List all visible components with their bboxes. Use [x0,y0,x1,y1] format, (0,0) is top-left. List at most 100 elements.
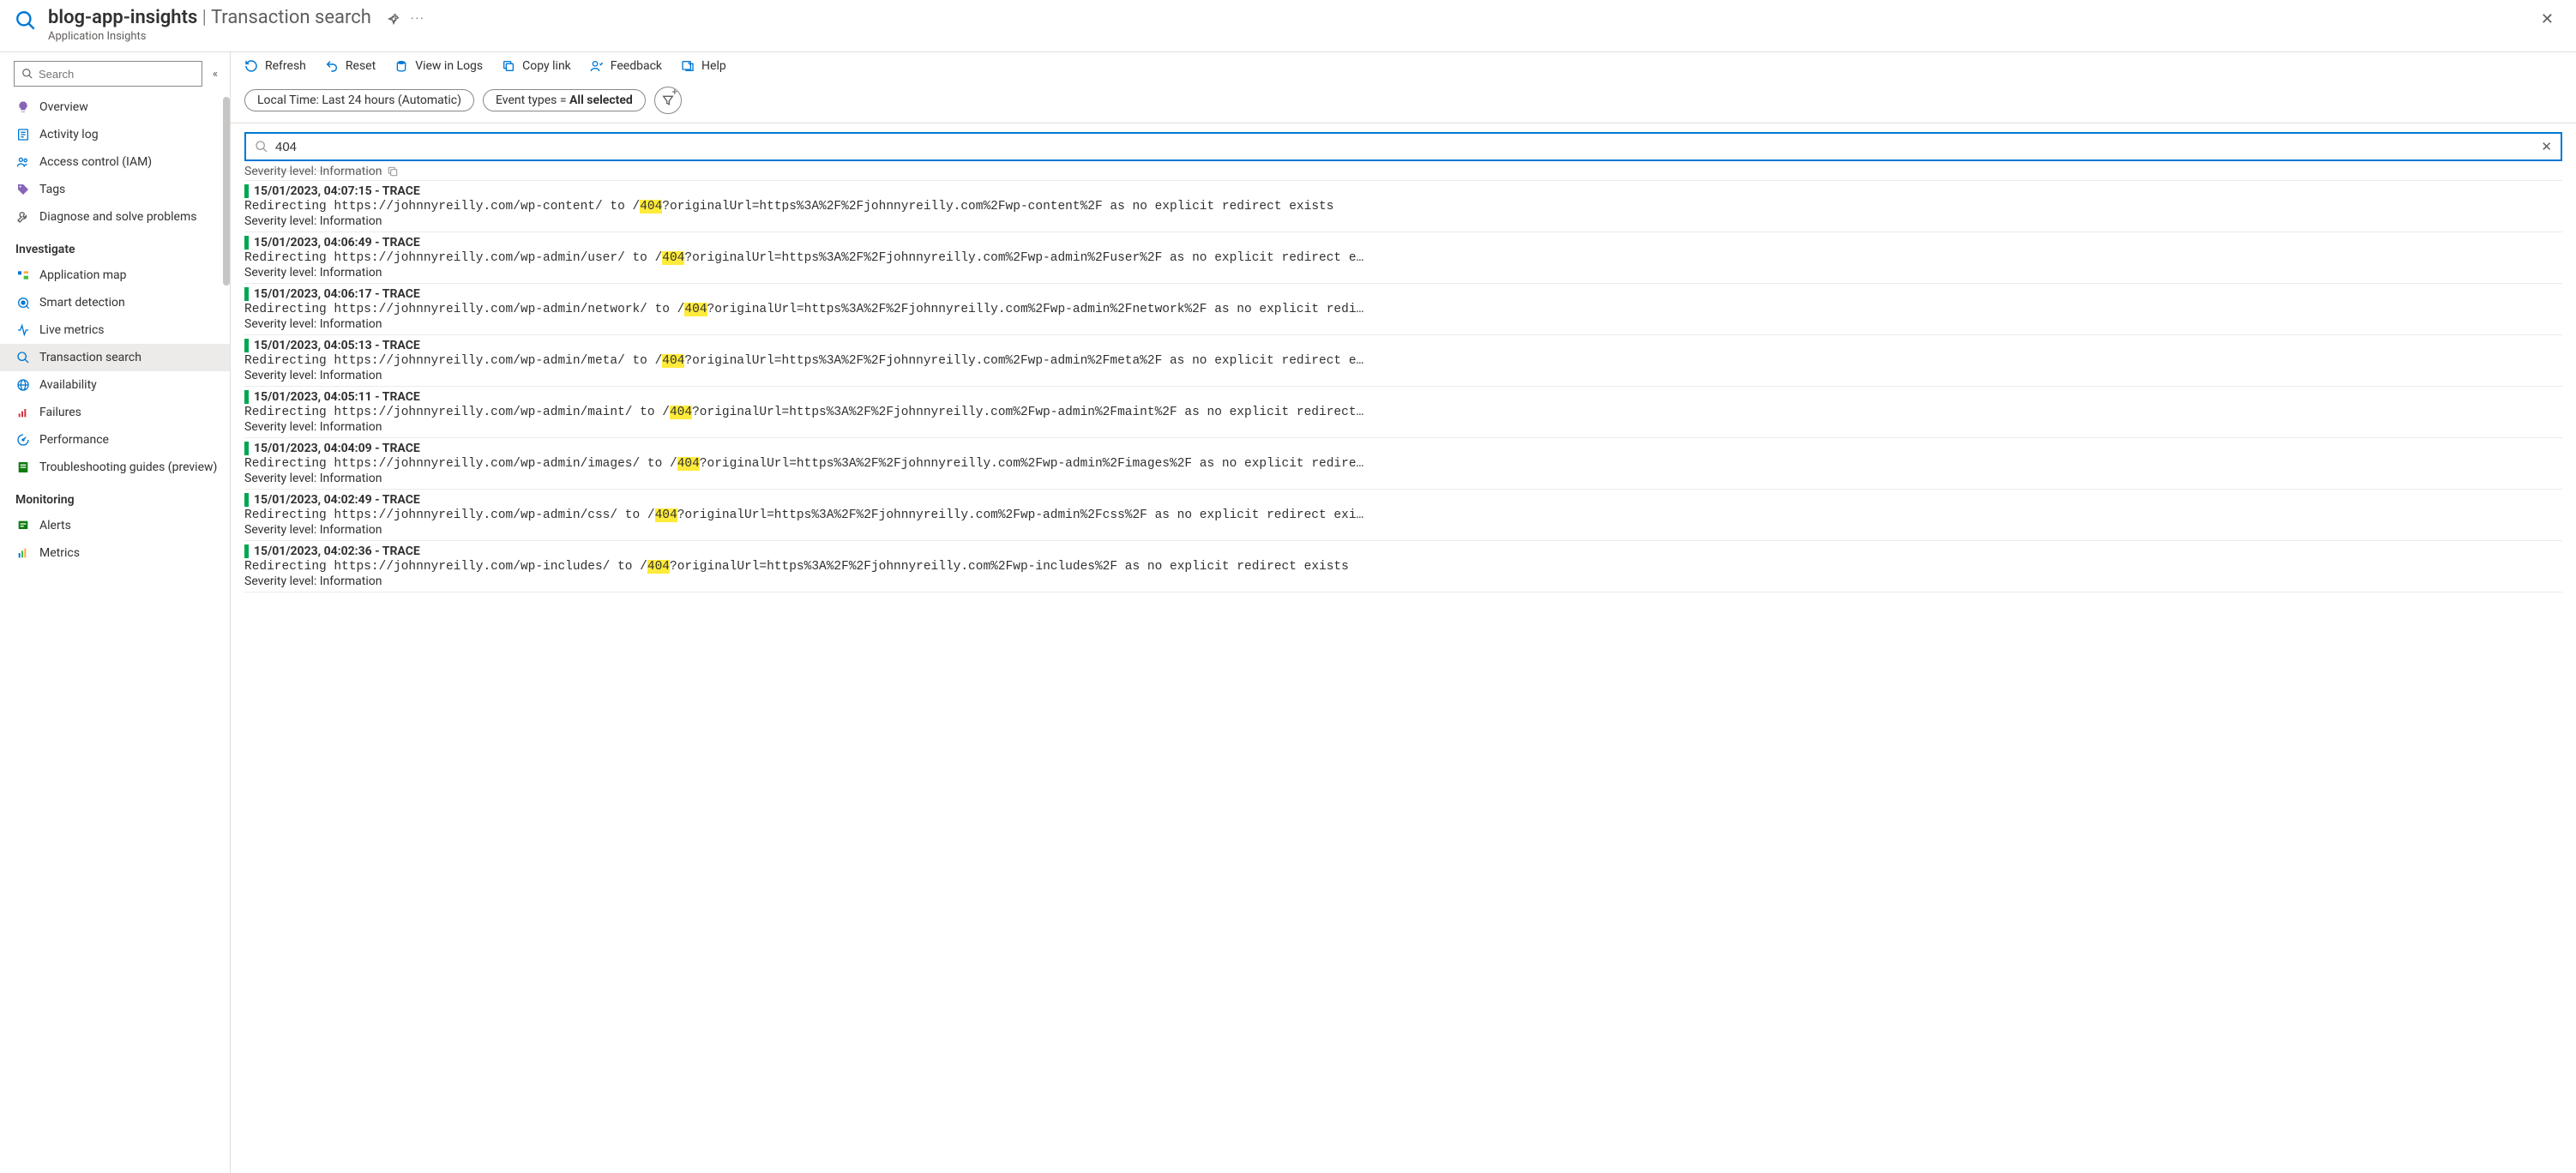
result-title: 15/01/2023, 04:06:49 - TRACE [254,236,420,250]
live-icon [15,322,31,338]
sidebar-item-diagnose-and-solve-problems[interactable]: Diagnose and solve problems [0,203,230,231]
result-row[interactable]: 15/01/2023, 04:07:15 - TRACERedirecting … [244,181,2562,232]
sidebar-item-alerts[interactable]: Alerts [0,512,230,539]
appmap-icon [15,268,31,283]
pin-button[interactable] [387,12,400,26]
clear-search-button[interactable]: ✕ [2541,139,2552,154]
sidebar-item-label: Performance [39,433,109,447]
result-row[interactable]: 15/01/2023, 04:05:11 - TRACERedirecting … [244,387,2562,438]
sidebar-item-label: Metrics [39,546,80,560]
sidebar-item-label: Availability [39,378,97,392]
main-search-box[interactable]: ✕ [244,132,2562,161]
result-message: Redirecting https://johnnyreilly.com/wp-… [244,301,2562,316]
log-icon [15,127,31,142]
sidebar-item-label: Failures [39,406,81,419]
sidebar-item-smart-detection[interactable]: Smart detection [0,289,230,316]
result-title: 15/01/2023, 04:02:49 - TRACE [254,493,420,507]
result-severity: Severity level: Information [244,316,2562,331]
refresh-button[interactable]: Refresh [244,59,306,73]
sidebar-item-metrics[interactable]: Metrics [0,539,230,567]
result-row[interactable]: 15/01/2023, 04:06:17 - TRACERedirecting … [244,284,2562,335]
sidebar-item-label: Overview [39,100,88,114]
result-title: 15/01/2023, 04:07:15 - TRACE [254,184,420,198]
copy-link-button[interactable]: Copy link [502,59,571,73]
page-title: blog-app-insights | Transaction search [48,7,371,28]
search-highlight: 404 [662,354,684,368]
result-message: Redirecting https://johnnyreilly.com/wp-… [244,558,2562,574]
sidebar-item-activity-log[interactable]: Activity log [0,121,230,148]
feedback-button[interactable]: Feedback [590,59,662,73]
sidebar-item-failures[interactable]: Failures [0,399,230,426]
sidebar-item-label: Alerts [39,519,71,532]
sidebar-item-troubleshooting-guides-preview[interactable]: Troubleshooting guides (preview) [0,454,230,481]
globe-icon [15,377,31,393]
undo-icon [325,59,339,73]
sidebar-item-tags[interactable]: Tags [0,176,230,203]
sidebar-item-label: Diagnose and solve problems [39,210,196,224]
sidebar: « Overview Activity log Access control (IA… [0,52,230,1173]
result-row[interactable]: 15/01/2023, 04:05:13 - TRACERedirecting … [244,335,2562,387]
close-button[interactable]: ✕ [2532,7,2562,32]
sidebar-item-label: Transaction search [39,351,141,364]
severity-bar-icon [244,544,249,558]
refresh-icon [244,59,258,73]
result-title: 15/01/2023, 04:06:17 - TRACE [254,287,420,301]
help-icon [681,59,695,73]
time-range-filter[interactable]: Local Time: Last 24 hours (Automatic) [244,89,474,111]
result-row[interactable]: 15/01/2023, 04:04:09 - TRACERedirecting … [244,438,2562,490]
add-filter-button[interactable]: + [654,87,682,114]
event-types-filter[interactable]: Event types = All selected [483,89,646,111]
sidebar-item-label: Tags [39,183,65,196]
result-header: 15/01/2023, 04:02:49 - TRACE [244,493,2562,507]
sidebar-item-overview[interactable]: Overview [0,93,230,121]
tag-icon [15,182,31,197]
sidebar-item-label: Smart detection [39,296,125,310]
result-severity: Severity level: Information [244,368,2562,382]
guide-icon [15,460,31,475]
sidebar-search-input[interactable] [39,68,195,81]
result-title: 15/01/2023, 04:05:11 - TRACE [254,390,420,404]
more-button[interactable]: ··· [411,12,425,26]
sidebar-item-label: Access control (IAM) [39,155,152,169]
search-highlight: 404 [677,457,700,471]
people-icon [15,154,31,170]
severity-bar-icon [244,236,249,250]
scrollbar-thumb[interactable] [223,97,230,286]
result-title: 15/01/2023, 04:02:36 - TRACE [254,544,420,558]
sidebar-search[interactable] [14,61,202,87]
feedback-icon [590,59,604,73]
search-highlight: 404 [670,406,692,419]
sidebar-item-live-metrics[interactable]: Live metrics [0,316,230,344]
result-header: 15/01/2023, 04:07:15 - TRACE [244,184,2562,198]
copy-icon[interactable] [387,165,399,177]
result-header: 15/01/2023, 04:05:13 - TRACE [244,339,2562,352]
result-row[interactable]: 15/01/2023, 04:06:49 - TRACERedirecting … [244,232,2562,284]
metrics-icon [15,545,31,561]
reset-button[interactable]: Reset [325,59,376,73]
result-message: Redirecting https://johnnyreilly.com/wp-… [244,404,2562,419]
sidebar-item-performance[interactable]: Performance [0,426,230,454]
collapse-sidebar-button[interactable]: « [208,68,223,81]
result-row[interactable]: 15/01/2023, 04:02:49 - TRACERedirecting … [244,490,2562,541]
sidebar-item-transaction-search[interactable]: Transaction search [0,344,230,371]
result-header: 15/01/2023, 04:06:17 - TRACE [244,287,2562,301]
severity-bar-icon [244,339,249,352]
results-list[interactable]: Severity level: Information 15/01/2023, … [231,163,2576,1173]
logs-icon [394,59,408,73]
result-severity: Severity level: Information [244,522,2562,537]
sidebar-item-access-control-iam[interactable]: Access control (IAM) [0,148,230,176]
wrench-icon [15,209,31,225]
result-header: 15/01/2023, 04:04:09 - TRACE [244,442,2562,455]
help-button[interactable]: Help [681,59,726,73]
sidebar-item-label: Live metrics [39,323,105,337]
result-row[interactable]: 15/01/2023, 04:02:36 - TRACERedirecting … [244,541,2562,593]
sidebar-item-availability[interactable]: Availability [0,371,230,399]
sidebar-item-application-map[interactable]: Application map [0,262,230,289]
copy-icon [502,59,515,73]
result-message: Redirecting https://johnnyreilly.com/wp-… [244,198,2562,214]
result-header: 15/01/2023, 04:02:36 - TRACE [244,544,2562,558]
result-title: 15/01/2023, 04:05:13 - TRACE [254,339,420,352]
severity-bar-icon [244,442,249,455]
main-search-input[interactable] [275,140,2534,154]
view-in-logs-button[interactable]: View in Logs [394,59,483,73]
